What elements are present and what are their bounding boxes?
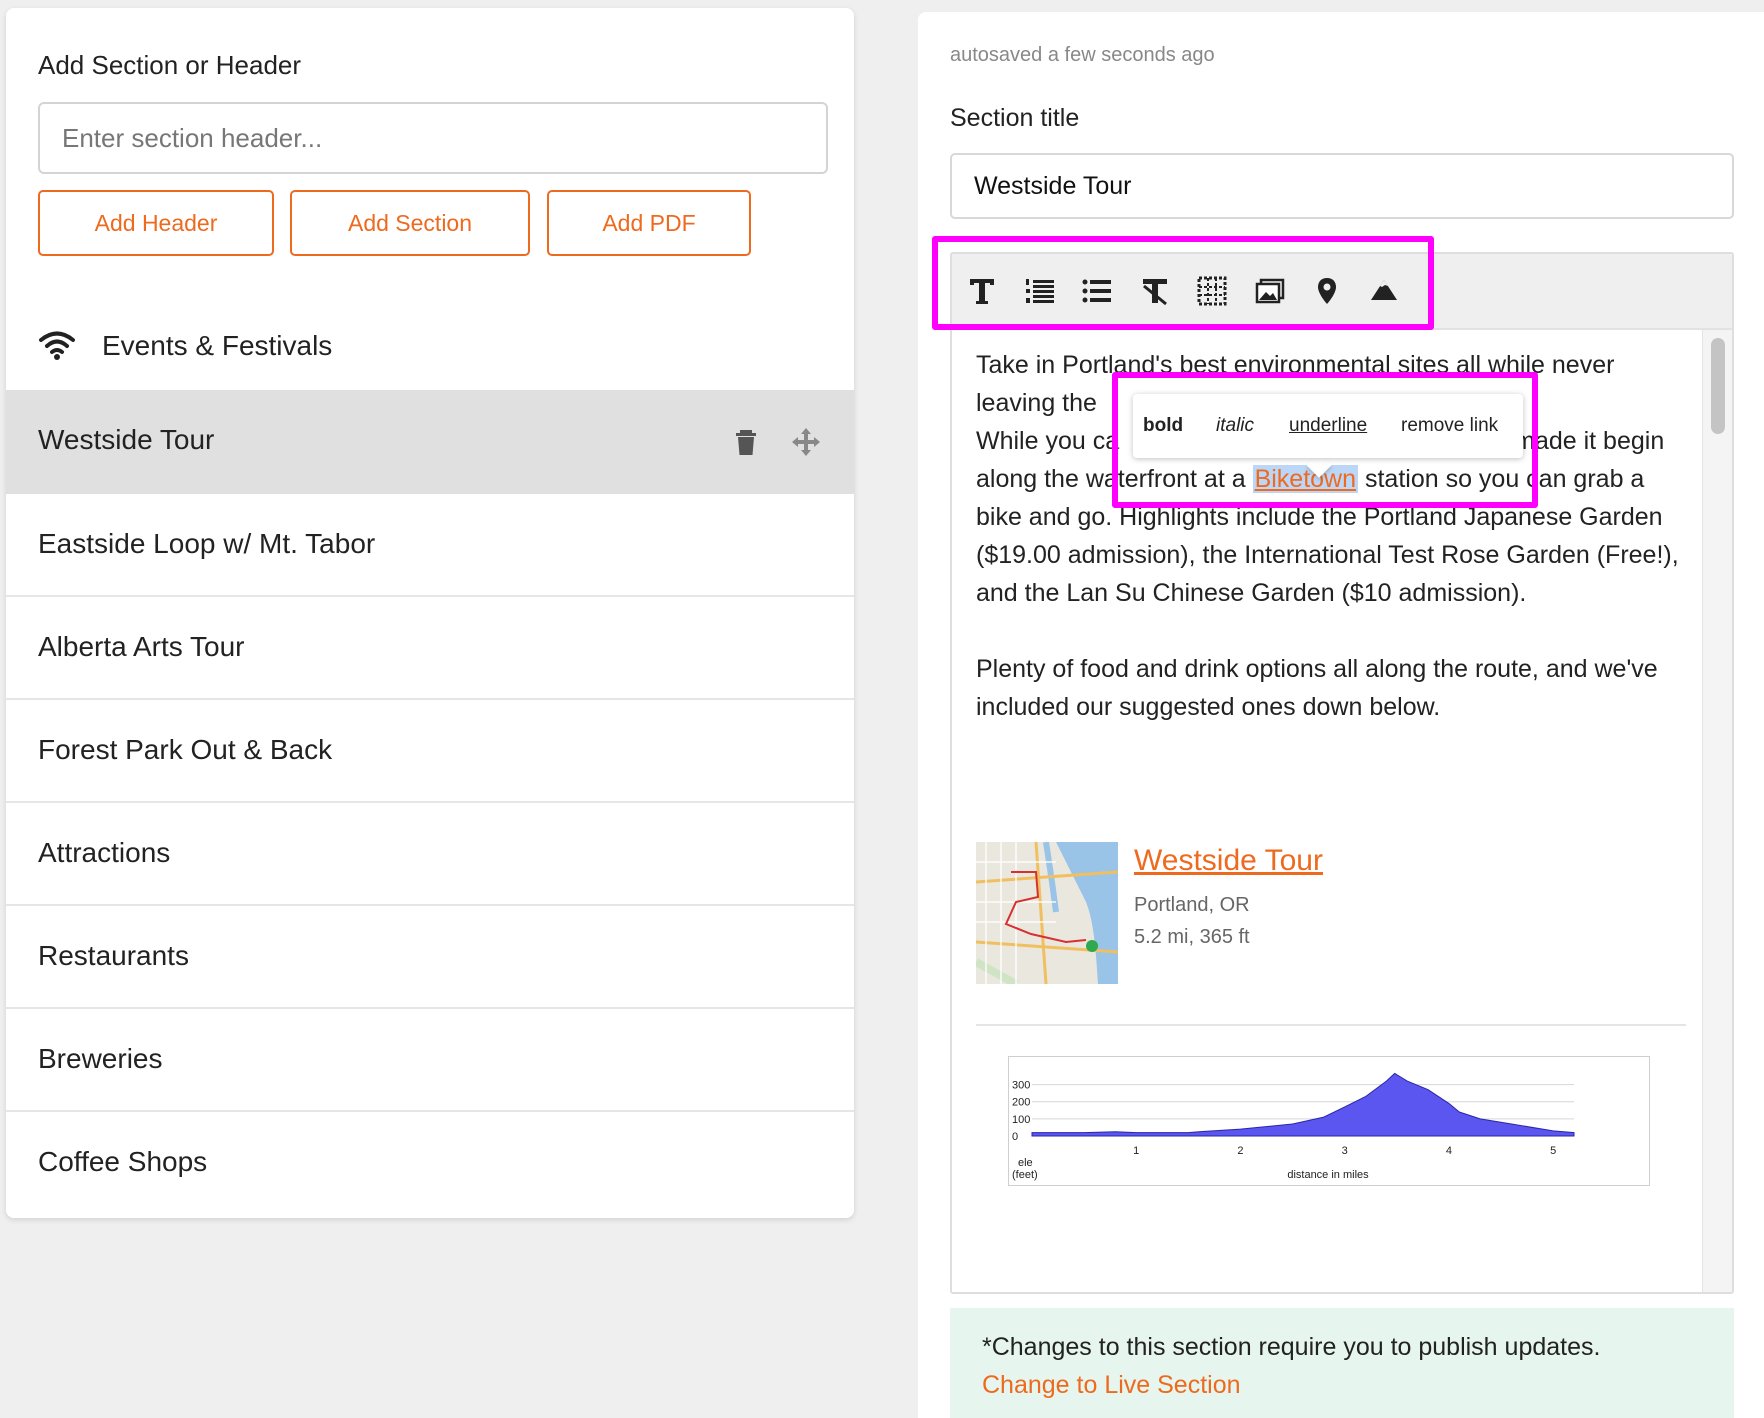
clear-format-icon[interactable]	[1137, 273, 1173, 309]
section-item-label: Forest Park Out & Back	[38, 734, 333, 765]
section-header-input[interactable]	[38, 102, 828, 174]
image-icon[interactable]	[1252, 273, 1288, 309]
elevation-chart: 300 200 100 0 1 2 3 4 5 ele (feet) distance in …	[1008, 1056, 1650, 1186]
x-tick-label: 3	[1342, 1145, 1348, 1157]
mountain-icon[interactable]	[1366, 273, 1402, 309]
biketown-link[interactable]: Biketown	[1252, 465, 1359, 493]
popover-bold-button[interactable]: bold	[1143, 415, 1183, 437]
route-divider	[976, 1024, 1686, 1026]
trash-icon[interactable]	[730, 426, 762, 458]
section-item-label: Westside Tour	[38, 424, 215, 455]
popover-underline-button[interactable]: underline	[1289, 415, 1367, 437]
editor-line: along the wa	[976, 465, 1118, 493]
publish-notice: *Changes to this section require you to …	[950, 1308, 1734, 1418]
bullet-list-icon[interactable]	[1079, 273, 1115, 309]
events-header-row[interactable]: Events & Festivals	[6, 308, 854, 388]
ylabel-feet: (feet)	[1012, 1169, 1038, 1181]
editor-line: leaving the	[976, 389, 1097, 417]
move-icon[interactable]	[790, 426, 822, 458]
section-item-westside-tour[interactable]: Westside Tour	[6, 390, 854, 494]
section-item-eastside-loop[interactable]: Eastside Loop w/ Mt. Tabor	[6, 494, 854, 597]
add-header-button[interactable]: Add Header	[38, 190, 274, 256]
section-item-label: Coffee Shops	[38, 1146, 208, 1177]
route-map-thumbnail[interactable]	[976, 842, 1118, 984]
route-title-link[interactable]: Westside Tour	[1134, 844, 1323, 878]
y-tick-label: 300	[1012, 1080, 1030, 1092]
add-pdf-button[interactable]: Add PDF	[547, 190, 751, 256]
editor-paragraph: Plenty of food and drink options all alo…	[976, 655, 1658, 721]
change-to-live-link[interactable]: Change to Live Section	[982, 1366, 1702, 1404]
y-tick-label: 100	[1012, 1114, 1030, 1126]
xlabel: distance in miles	[1287, 1169, 1369, 1181]
editor-line: station so you can grab a	[1358, 465, 1645, 493]
x-tick-label: 2	[1237, 1145, 1243, 1157]
route-stats: 5.2 mi, 365 ft	[1134, 926, 1250, 948]
editor-paragraph: bike and go. Highlights include the Port…	[976, 503, 1679, 607]
editor-line: made it begin	[1514, 427, 1665, 455]
route-card[interactable]: Westside Tour Portland, OR 5.2 mi, 365 f…	[976, 842, 1686, 988]
wifi-icon	[39, 331, 75, 360]
editor-line: Take in Portland's best environmental si…	[976, 351, 1615, 379]
section-item-forest-park[interactable]: Forest Park Out & Back	[6, 700, 854, 803]
editor-scroll-thumb[interactable]	[1711, 338, 1725, 434]
text-icon[interactable]	[964, 273, 1000, 309]
publish-notice-text: *Changes to this section require you to …	[982, 1333, 1601, 1361]
x-tick-label: 4	[1446, 1145, 1452, 1157]
section-item-label: Breweries	[38, 1043, 163, 1074]
popover-remove-link-button[interactable]: remove link	[1401, 415, 1498, 437]
section-item-label: Restaurants	[38, 940, 189, 971]
section-item-label: Eastside Loop w/ Mt. Tabor	[38, 528, 376, 559]
link-popover: bold italic underline remove link	[1133, 394, 1523, 458]
y-tick-label: 0	[1012, 1131, 1018, 1143]
section-item-breweries[interactable]: Breweries	[6, 1009, 854, 1112]
section-title-label: Section title	[950, 104, 1080, 132]
section-item-restaurants[interactable]: Restaurants	[6, 906, 854, 1009]
autosave-status: autosaved a few seconds ago	[950, 44, 1215, 66]
sections-panel: Add Section or Header Add Header Add Sec…	[6, 8, 854, 1218]
section-item-alberta-arts[interactable]: Alberta Arts Tour	[6, 597, 854, 700]
ordered-list-icon[interactable]	[1022, 273, 1058, 309]
section-editor-panel: autosaved a few seconds ago Section titl…	[918, 12, 1764, 1418]
route-location: Portland, OR	[1134, 894, 1250, 916]
events-header-label: Events & Festivals	[102, 330, 333, 361]
section-title-input[interactable]	[950, 153, 1734, 219]
section-item-coffee-shops[interactable]: Coffee Shops	[6, 1112, 854, 1215]
y-tick-label: 200	[1012, 1097, 1030, 1109]
editor-scrollbar[interactable]	[1702, 330, 1732, 1292]
editor-line: While you ca	[976, 427, 1120, 455]
popover-italic-button[interactable]: italic	[1216, 415, 1254, 437]
section-item-label: Alberta Arts Tour	[38, 631, 245, 662]
section-list: Westside Tour Eastside Loop w/ Mt. Tabor…	[6, 390, 854, 1215]
add-section-button[interactable]: Add Section	[290, 190, 530, 256]
editor-toolbar	[952, 254, 1732, 330]
section-item-attractions[interactable]: Attractions	[6, 803, 854, 906]
table-icon[interactable]	[1194, 273, 1230, 309]
add-section-title: Add Section or Header	[38, 50, 302, 80]
editor-line: terfront at a	[1117, 465, 1253, 493]
ylabel-ele: ele	[1018, 1157, 1033, 1169]
x-tick-label: 1	[1133, 1145, 1139, 1157]
section-item-label: Attractions	[38, 837, 171, 868]
map-pin-icon[interactable]	[1309, 273, 1345, 309]
x-tick-label: 5	[1550, 1145, 1556, 1157]
